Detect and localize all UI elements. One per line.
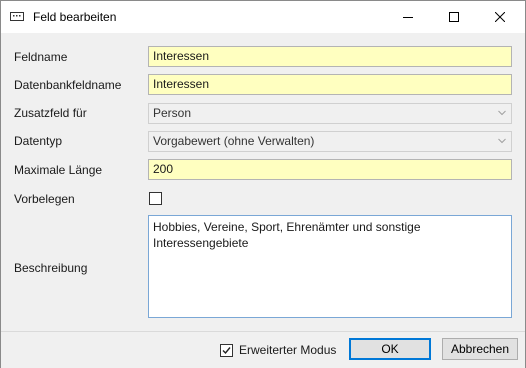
chevron-down-icon	[498, 110, 506, 116]
datenbankfeldname-input[interactable]: Interessen	[148, 74, 512, 95]
minimize-button[interactable]	[385, 1, 431, 33]
chevron-down-icon	[498, 138, 506, 144]
ok-button[interactable]: OK	[349, 338, 431, 360]
maximize-icon	[449, 12, 459, 22]
maximize-button[interactable]	[431, 1, 477, 33]
cancel-button[interactable]: Abbrechen	[442, 338, 518, 360]
dialog-footer: Erweiterter Modus OK Abbrechen	[1, 331, 525, 368]
title-bar[interactable]: Feld bearbeiten	[1, 1, 525, 33]
form-area: Feldname Interessen Datenbankfeldname In…	[1, 33, 525, 331]
zusatzfeld-select[interactable]: Person	[148, 103, 512, 124]
vorbelegen-label: Vorbelegen	[14, 192, 75, 206]
checkmark-icon	[222, 347, 231, 355]
minimize-icon	[403, 17, 413, 18]
datentyp-label: Datentyp	[14, 134, 63, 148]
datentyp-select[interactable]: Vorgabewert (ohne Verwalten)	[148, 131, 512, 152]
window-title: Feld bearbeiten	[33, 10, 117, 24]
datenbankfeldname-label: Datenbankfeldname	[14, 78, 122, 92]
feldname-label: Feldname	[14, 50, 68, 64]
feldname-input[interactable]: Interessen	[148, 46, 512, 67]
close-icon	[495, 12, 505, 22]
zusatzfeld-value: Person	[153, 106, 192, 120]
maxlaenge-label: Maximale Länge	[14, 163, 103, 177]
maxlaenge-input[interactable]: 200	[148, 159, 512, 180]
extended-mode-label[interactable]: Erweiterter Modus	[239, 343, 336, 357]
beschreibung-textarea[interactable]: Hobbies, Vereine, Sport, Ehrenämter und …	[148, 215, 512, 318]
dialog-window: Feld bearbeiten Feldname Interessen Date…	[0, 0, 526, 368]
datentyp-value: Vorgabewert (ohne Verwalten)	[153, 134, 315, 148]
extended-mode-checkbox[interactable]	[220, 344, 233, 357]
zusatzfeld-label: Zusatzfeld für	[14, 106, 87, 120]
edit-field-icon	[10, 10, 24, 22]
beschreibung-label: Beschreibung	[14, 261, 88, 275]
close-button[interactable]	[477, 1, 523, 33]
vorbelegen-checkbox[interactable]	[149, 192, 162, 205]
